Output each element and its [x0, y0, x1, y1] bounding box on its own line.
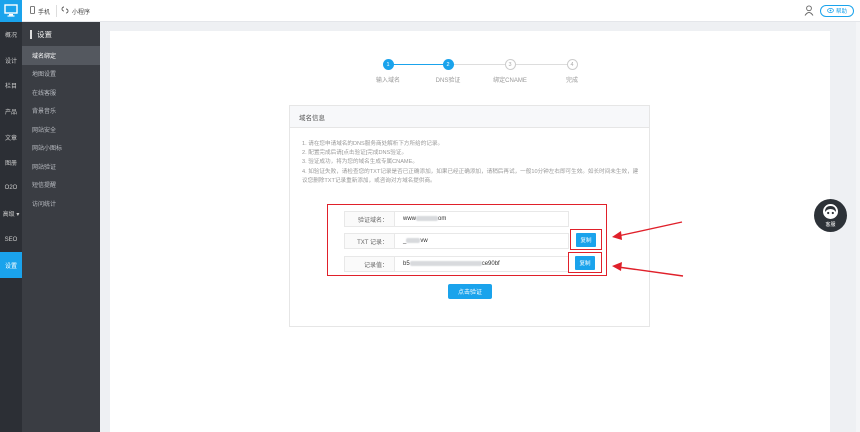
eye-icon — [827, 7, 834, 15]
verify-button[interactable]: 点击验证 — [448, 284, 492, 299]
subnav-item-domain-binding[interactable]: 域名绑定 — [22, 46, 100, 65]
note-4: 4. 如验证失败，请检查您的TXT记录是否已正确添加，如果已经正确添加，请稍后再… — [302, 168, 639, 184]
nav-item-settings[interactable]: 设置 — [0, 252, 22, 278]
row-value[interactable]: www om — [395, 215, 446, 222]
settings-subnav: 设置 域名绑定 地图设置 在线客服 背景音乐 网站安全 网站小图标 网站验证 短… — [22, 22, 100, 432]
nav-item-albums[interactable]: 图册 — [0, 150, 22, 176]
nav-item-design[interactable]: 设计 — [0, 48, 22, 74]
subnav-item-background-music[interactable]: 背景音乐 — [22, 102, 100, 121]
progress-steps: 1 输入域名 2 DNS验证 3 绑定CNAME 4 完成 — [358, 59, 586, 89]
copy-value-button[interactable]: 复制 — [575, 256, 595, 270]
subnav-item-site-verification[interactable]: 网站验证 — [22, 157, 100, 176]
domain-info-panel: 域名信息 1. 请在您申请域名的DNS服务商处解析下方所给的记录。 2. 配置完… — [289, 105, 650, 327]
miniapp-icon — [61, 6, 69, 16]
phone-icon — [30, 6, 35, 16]
nav-item-products[interactable]: 产品 — [0, 99, 22, 125]
nav-item-overview[interactable]: 概况 — [0, 22, 22, 48]
nav-item-articles[interactable]: 文章 — [0, 124, 22, 150]
subnav-item-sms-alert[interactable]: 短信提醒 — [22, 176, 100, 195]
divider — [56, 5, 57, 17]
note-3: 3. 验证成功，将为您的域名生成专属CNAME。 — [302, 159, 418, 166]
mobile-label: 手机 — [38, 9, 51, 16]
step-4: 4 完成 — [542, 59, 602, 84]
subnav-item-analytics[interactable]: 访问统计 — [22, 194, 100, 213]
panel-title: 域名信息 — [290, 106, 649, 128]
step-3: 3 绑定CNAME — [480, 59, 540, 84]
subnav-title: 设置 — [22, 22, 100, 46]
nav-item-advanced[interactable]: 高级 ▾ — [0, 201, 22, 227]
service-label: 客服 — [825, 222, 836, 228]
nav-item-seo[interactable]: SEO — [0, 227, 22, 253]
subnav-item-online-service[interactable]: 在线客服 — [22, 83, 100, 102]
row-value[interactable]: b5 ce90bf — [395, 260, 500, 267]
subnav-item-favicon[interactable]: 网站小图标 — [22, 139, 100, 158]
primary-nav: 概况 设计 栏目 产品 文章 图册 O2O 高级 ▾ SEO 设置 — [0, 22, 22, 432]
miniapp-label: 小程序 — [72, 9, 91, 16]
note-1: 1. 请在您申请域名的DNS服务商处解析下方所给的记录。 — [302, 141, 444, 147]
main-content: 1 输入域名 2 DNS验证 3 绑定CNAME 4 完成 域名信息 1. 请在… — [110, 31, 830, 432]
row-label: 验证域名： — [345, 212, 395, 226]
nav-item-columns[interactable]: 栏目 — [0, 73, 22, 99]
user-icon[interactable] — [804, 5, 814, 18]
customer-service-button[interactable]: 客服 — [814, 199, 847, 232]
copy-txt-button[interactable]: 复制 — [576, 233, 596, 247]
subnav-item-site-security[interactable]: 网站安全 — [22, 120, 100, 139]
top-bar: 手机 小程序 帮助 — [0, 0, 860, 22]
subnav-item-map-settings[interactable]: 地图设置 — [22, 65, 100, 84]
service-avatar-icon — [823, 204, 838, 219]
mobile-device-button[interactable]: 手机 — [30, 0, 50, 22]
scrollbar[interactable] — [856, 22, 860, 432]
step-2: 2 DNS验证 — [418, 59, 478, 84]
nav-item-o2o[interactable]: O2O — [0, 176, 22, 202]
note-2: 2. 配置完成后请[点击验证]完成DNS验证。 — [302, 150, 408, 157]
help-button[interactable]: 帮助 — [820, 5, 854, 17]
monitor-icon[interactable] — [0, 0, 22, 22]
record-value-row: 记录值： b5 ce90bf — [344, 256, 569, 272]
row-value[interactable]: _ vw — [395, 237, 428, 244]
row-label: 记录值： — [345, 257, 395, 271]
txt-record-row: TXT 记录： _ vw — [344, 233, 569, 249]
step-1: 1 输入域名 — [358, 59, 418, 84]
instructions: 1. 请在您申请域名的DNS服务商处解析下方所给的记录。 2. 配置完成后请[点… — [302, 140, 642, 186]
verify-domain-row: 验证域名： www om — [344, 211, 569, 227]
row-label: TXT 记录： — [345, 234, 395, 248]
help-label: 帮助 — [835, 9, 847, 15]
miniapp-device-button[interactable]: 小程序 — [61, 0, 90, 22]
